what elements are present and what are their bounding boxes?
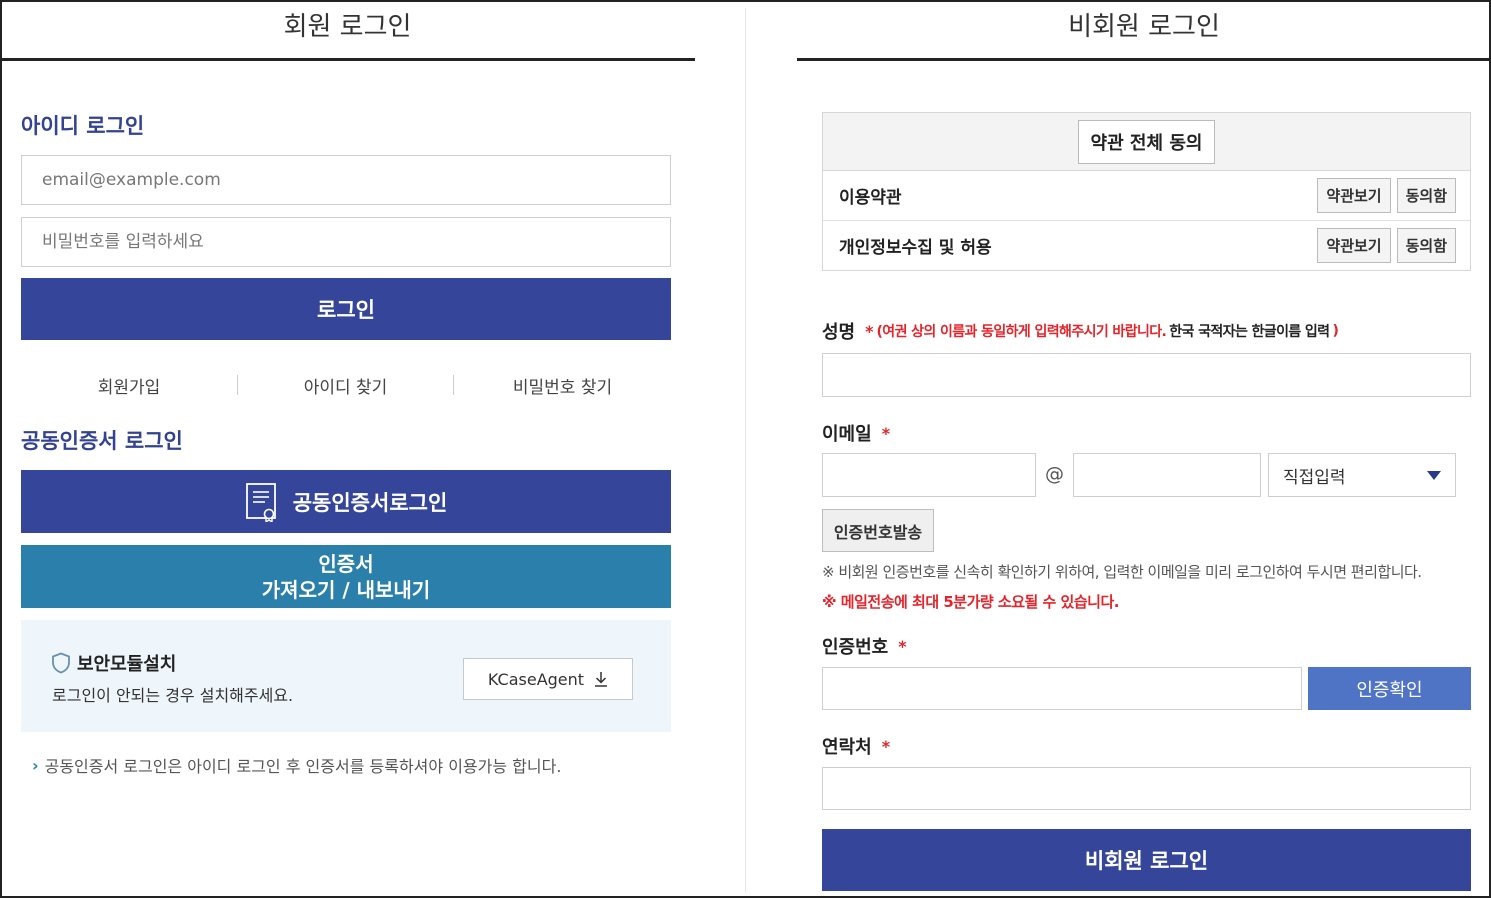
- find-password-link[interactable]: 비밀번호 찾기: [454, 373, 671, 398]
- cert-login-heading: 공동인증서 로그인: [21, 429, 183, 453]
- cert-transfer-line2: 가져오기 / 내보내기: [261, 577, 431, 602]
- required-mark: *: [898, 636, 907, 656]
- email-local-input[interactable]: [822, 453, 1036, 497]
- send-code-button[interactable]: 인증번호발송: [822, 509, 934, 552]
- email-delay-warning: ※ 메일전송에 최대 5분가량 소요될 수 있습니다.: [822, 593, 1119, 611]
- kcase-agent-label: KCaseAgent: [487, 669, 585, 689]
- cert-transfer-line1: 인증서: [318, 551, 374, 576]
- verify-code-button[interactable]: 인증확인: [1308, 667, 1471, 710]
- cert-login-label: 공동인증서로그인: [292, 490, 448, 515]
- shield-icon: [51, 652, 71, 674]
- agree-all-button[interactable]: 약관 전체 동의: [1077, 119, 1216, 164]
- name-hint-red: (여권 상의 이름과 동일하게 입력해주시기 바랍니다.: [876, 324, 1167, 340]
- name-label: 성명: [822, 322, 856, 343]
- signup-link[interactable]: 회원가입: [21, 373, 237, 398]
- required-mark: *: [865, 321, 874, 341]
- view-privacy-button[interactable]: 약관보기: [1317, 228, 1391, 263]
- name-label-row: 성명 * (여권 상의 이름과 동일하게 입력해주시기 바랍니다. 한국 국적자…: [822, 318, 1339, 344]
- view-terms-button[interactable]: 약관보기: [1317, 178, 1391, 213]
- email-info-text: ※ 비회원 인증번호를 신속히 확인하기 위하여, 입력한 이메일을 미리 로그…: [822, 563, 1422, 581]
- cert-login-button[interactable]: 공동인증서로그인: [21, 470, 671, 533]
- certificate-icon: [245, 482, 279, 522]
- find-id-link[interactable]: 아이디 찾기: [238, 373, 453, 398]
- kcase-agent-download-button[interactable]: KCaseAgent: [463, 658, 633, 700]
- privacy-terms-label: 개인정보수집 및 허용: [839, 238, 992, 258]
- terms-row: 이용약관 약관보기 동의함: [823, 171, 1470, 221]
- security-module-title-row: 보안모듈설치: [51, 650, 176, 676]
- chevron-right-icon: ›: [32, 755, 39, 775]
- panel-divider: [745, 8, 746, 892]
- name-input[interactable]: [822, 353, 1471, 397]
- terms-row: 개인정보수집 및 허용 약관보기 동의함: [823, 221, 1470, 270]
- download-icon: [594, 671, 608, 687]
- security-module-title: 보안모듈설치: [77, 654, 177, 675]
- password-input[interactable]: [21, 217, 671, 267]
- email-domain-select-value: 직접입력: [1283, 467, 1346, 488]
- email-at-sign: @: [1045, 463, 1064, 485]
- required-mark: *: [881, 423, 891, 443]
- guest-login-title: 비회원 로그인: [1068, 12, 1220, 42]
- cert-transfer-button[interactable]: 인증서 가져오기 / 내보내기: [21, 545, 671, 608]
- email-domain-select[interactable]: 직접입력: [1268, 453, 1456, 497]
- name-hint-close: ): [1332, 323, 1339, 339]
- id-login-heading: 아이디 로그인: [21, 114, 145, 138]
- email-domain-input[interactable]: [1073, 453, 1261, 497]
- cert-login-note-text: 공동인증서 로그인은 아이디 로그인 후 인증서를 등록하셔야 이용가능 합니다…: [44, 757, 562, 776]
- member-title-rule: [0, 58, 695, 61]
- cert-login-note: › 공동인증서 로그인은 아이디 로그인 후 인증서를 등록하셔야 이용가능 합…: [32, 753, 561, 777]
- security-module-desc: 로그인이 안되는 경우 설치해주세요.: [52, 686, 294, 705]
- code-label-row: 인증번호 *: [822, 633, 907, 659]
- terms-of-use-label: 이용약관: [839, 188, 902, 208]
- login-button[interactable]: 로그인: [21, 278, 671, 340]
- email-label-row: 이메일 *: [822, 420, 890, 446]
- member-login-title: 회원 로그인: [283, 12, 412, 42]
- agree-privacy-button[interactable]: 동의함: [1396, 228, 1456, 263]
- email-input[interactable]: [21, 155, 671, 205]
- name-hint-black: 한국 국적자는 한글이름 입력: [1169, 324, 1330, 340]
- required-mark: *: [881, 736, 891, 756]
- email-label: 이메일: [822, 424, 872, 445]
- phone-input[interactable]: [822, 767, 1471, 810]
- terms-header: 약관 전체 동의: [823, 113, 1470, 171]
- guest-title-rule: [797, 58, 1491, 61]
- phone-label: 연락처: [822, 737, 872, 758]
- guest-login-button[interactable]: 비회원 로그인: [822, 829, 1471, 891]
- code-label: 인증번호: [822, 637, 889, 658]
- phone-label-row: 연락처 *: [822, 733, 890, 759]
- dropdown-caret-icon: [1427, 470, 1441, 480]
- agree-terms-button[interactable]: 동의함: [1396, 178, 1456, 213]
- terms-agreement-box: 약관 전체 동의 이용약관 약관보기 동의함 개인정보수집 및 허용 약관보기 …: [822, 112, 1471, 271]
- security-module-box: 보안모듈설치 로그인이 안되는 경우 설치해주세요. KCaseAgent: [21, 620, 671, 732]
- verification-code-input[interactable]: [822, 667, 1302, 710]
